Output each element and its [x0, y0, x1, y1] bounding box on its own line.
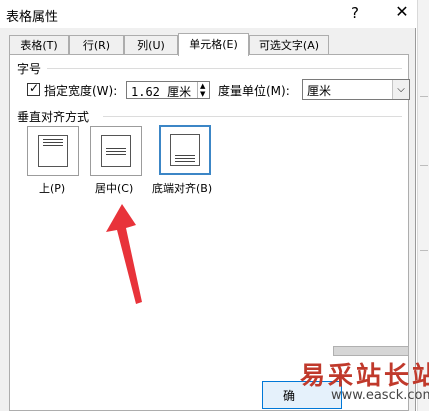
table-properties-dialog: 表格属性 ? ✕ 表格(T) 行(R) 列(U) 单元格(E) 可选文字(A) …: [0, 0, 416, 411]
spin-up-icon[interactable]: ▲: [200, 82, 205, 90]
help-button[interactable]: ?: [351, 4, 367, 24]
width-input-value: 1.62 厘米: [131, 85, 192, 99]
title-bar: 表格属性 ? ✕: [0, 0, 416, 28]
background-line: [420, 250, 428, 251]
icon-line: [175, 155, 195, 156]
align-center-label[interactable]: 居中(C): [95, 180, 133, 196]
align-center-option[interactable]: [90, 126, 142, 176]
specify-width-checkbox[interactable]: ✓: [27, 81, 40, 96]
background-document: [417, 0, 429, 411]
icon-line: [106, 151, 126, 152]
vertical-align-heading: 垂直对齐方式: [17, 110, 90, 124]
watermark-url: www.easck.com: [331, 388, 429, 403]
width-spinner[interactable]: ▲ ▼: [197, 82, 210, 98]
scroll-stub: [333, 346, 409, 356]
background-line: [420, 165, 428, 166]
size-section-heading: 字号: [17, 62, 42, 76]
annotation-arrow-icon: [106, 204, 142, 304]
icon-line: [43, 142, 63, 143]
align-bottom-icon: [170, 134, 200, 166]
tab-column[interactable]: 列(U): [124, 35, 178, 54]
unit-select-value: 厘米: [307, 84, 332, 98]
tab-table[interactable]: 表格(T): [9, 35, 69, 54]
align-center-icon: [101, 135, 131, 167]
section-separator: [103, 116, 402, 117]
icon-line: [43, 139, 63, 140]
tab-alt-text[interactable]: 可选文字(A): [249, 35, 329, 54]
icon-line: [106, 148, 126, 149]
dialog-title: 表格属性: [6, 10, 59, 25]
tab-row[interactable]: 行(R): [69, 35, 124, 54]
specify-width-label: 指定宽度(W):: [44, 84, 118, 98]
icon-line: [175, 161, 195, 162]
align-bottom-option[interactable]: [159, 125, 211, 175]
unit-label: 度量单位(M):: [218, 84, 290, 98]
align-top-option[interactable]: [27, 126, 79, 176]
icon-line: [43, 145, 63, 146]
align-top-icon: [38, 135, 68, 167]
section-separator: [47, 68, 402, 69]
unit-select[interactable]: 厘米 ⌵: [302, 79, 410, 100]
close-button[interactable]: ✕: [392, 2, 412, 24]
tab-cell[interactable]: 单元格(E): [178, 33, 249, 56]
watermark-logo: 易采站长站: [300, 361, 429, 390]
spin-down-icon[interactable]: ▼: [200, 90, 205, 98]
chevron-down-icon[interactable]: ⌵: [392, 80, 409, 99]
width-input[interactable]: 1.62 厘米 ▲ ▼: [126, 81, 210, 99]
check-icon: ✓: [29, 81, 40, 95]
align-bottom-label[interactable]: 底端对齐(B): [152, 180, 212, 196]
background-line: [420, 96, 428, 97]
icon-line: [175, 158, 195, 159]
align-top-label[interactable]: 上(P): [39, 180, 65, 196]
icon-line: [106, 154, 126, 155]
